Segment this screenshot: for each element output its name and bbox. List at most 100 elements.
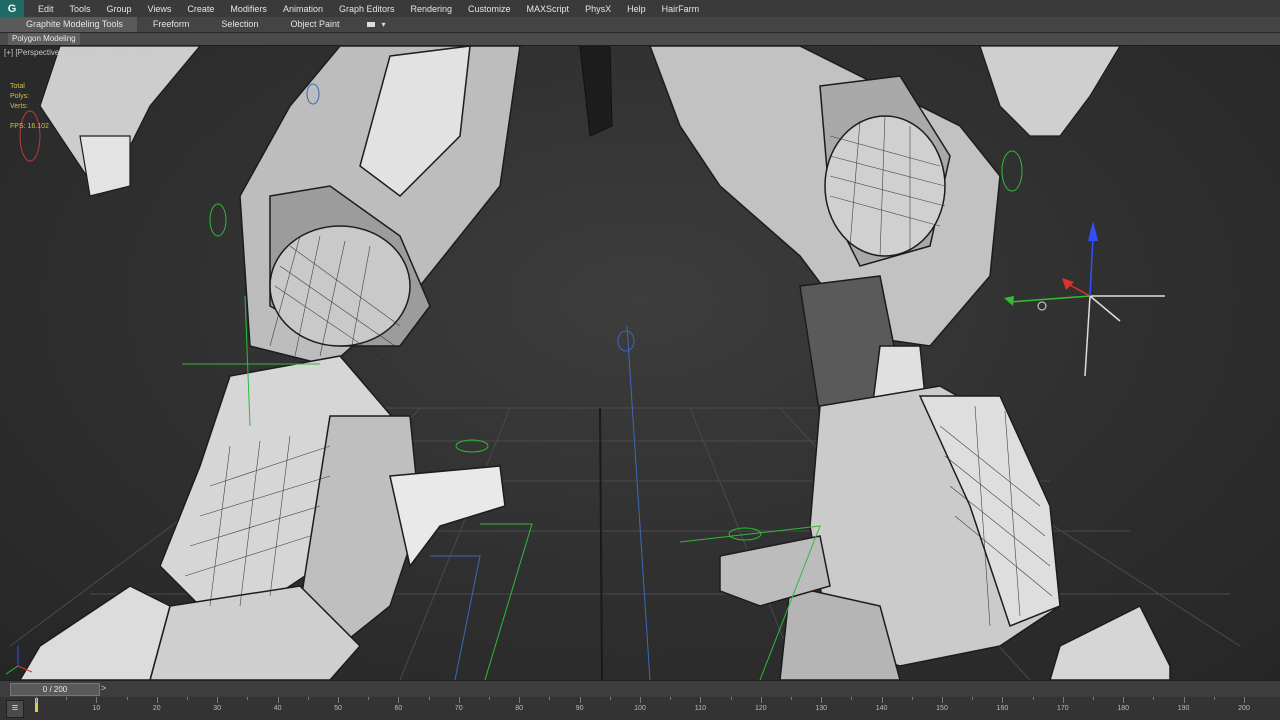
stats-title: Total [10,83,25,90]
ruler-tick-label: 70 [454,705,463,712]
ruler-tick-label: 110 [694,705,706,712]
menu-rendering[interactable]: Rendering [403,4,461,14]
ruler-tick [96,697,98,703]
ruler-tick-label: 120 [754,705,767,712]
center-pillar [579,46,613,137]
ruler-tick [911,697,913,700]
ruler-tick [942,697,943,703]
ruler-tick [217,697,219,703]
ruler-tick [36,697,37,703]
perspective-viewport[interactable]: [+] [Perspective] [Realistic + Edged Fac… [0,46,1280,680]
stats-polys: Polys: [10,93,30,100]
trackbar-toggle-icon[interactable]: ≡ [6,700,24,718]
viewport-label[interactable]: [+] [Perspective] [Realistic + Edged Fac… [4,48,155,57]
time-slider-thumb[interactable]: 0 / 200 [10,683,100,696]
ruler-tick [1032,697,1034,700]
time-slider[interactable]: 0 / 200 > [0,680,1280,698]
ruler-tick-label: 170 [1056,705,1069,712]
ruler-tick [519,697,521,703]
robot-top-left-part [39,46,201,198]
ruler-tick [1123,697,1125,703]
ribbon-panel: Polygon Modeling [0,33,1280,46]
menu-help[interactable]: Help [619,4,654,14]
menu-create[interactable]: Create [179,4,222,14]
ruler-tick-label: 90 [575,705,584,712]
ruler-tick [972,697,974,700]
ruler-tick [458,697,460,703]
tab-graphite-modeling-tools[interactable]: Graphite Modeling Tools [0,17,137,32]
ruler-tick [851,697,853,700]
ruler-tick-label: 200 [1238,705,1250,712]
ruler-tick-label: 100 [634,705,646,712]
ruler-tick [1153,697,1155,700]
ruler-tick [156,697,158,703]
transform-gizmo-icon [1004,221,1165,377]
tab-object-paint[interactable]: Object Paint [274,17,355,32]
ruler-tick [368,697,370,700]
stats-verts: Verts: [10,103,28,110]
menu-maxscript[interactable]: MAXScript [519,4,578,14]
ruler-tick [187,697,188,700]
ruler-tick [700,697,702,703]
ruler-tick [760,697,762,703]
panel-toggle-icon[interactable]: ▾ [355,17,385,32]
ruler-tick-label: 190 [1177,705,1190,712]
ruler-tick-label: 180 [1117,705,1130,712]
menu-physx[interactable]: PhysX [577,4,619,14]
ruler-tick-label: 140 [875,705,888,712]
robot-top-right-part [979,46,1121,137]
frame-ruler[interactable]: 10 20 30 40 50 60 70 80 90 100 110 120 130 140 150 160 1… [30,697,1250,720]
ruler-tick [1002,697,1004,703]
ruler-tick [579,697,581,703]
tab-selection[interactable]: Selection [205,17,274,32]
ruler-tick [398,697,400,703]
menu-animation[interactable]: Animation [275,4,331,14]
menu-views[interactable]: Views [140,4,180,14]
menu-modifiers[interactable]: Modifiers [222,4,275,14]
ruler-tick-label: 150 [936,705,948,712]
ruler-tick [277,697,279,703]
menu-customize[interactable]: Customize [460,4,519,14]
ruler-tick-label: 50 [334,705,342,712]
ribbon-tab-bar: Graphite Modeling Tools Freeform Selecti… [0,17,1280,33]
scene-canvas[interactable] [0,46,1280,680]
menu-graph-editors[interactable]: Graph Editors [331,4,403,14]
menu-group[interactable]: Group [99,4,140,14]
ruler-tick [791,697,792,700]
ruler-tick [821,697,823,703]
ruler-tick [126,697,128,700]
ruler-tick [609,697,611,700]
app-logo-icon[interactable]: G [0,0,24,17]
ruler-tick-label: 160 [996,705,1009,712]
ruler-tick [66,697,68,700]
ruler-tick-label: 40 [273,705,282,712]
ruler-tick [549,697,551,700]
ruler-tick [881,697,883,703]
ruler-tick-label: 30 [213,705,222,712]
menu-bar: G Edit Tools Group Views Create Modifier… [0,0,1280,18]
track-bar[interactable]: ≡ 10 20 30 40 50 60 70 80 90 100 110 120 130 140 150 16… [0,697,1280,720]
axis-tripod-icon [5,646,33,675]
ruler-tick [1183,697,1185,703]
ruler-tick [1244,697,1245,703]
menu-tools[interactable]: Tools [62,4,99,14]
ruler-tick-label: 80 [515,705,524,712]
panel-polygon-modeling[interactable]: Polygon Modeling [8,33,80,45]
ruler-tick [1062,697,1064,703]
ruler-tick [670,697,672,700]
ruler-tick [338,697,339,703]
ruler-tick [730,697,732,700]
menu-edit[interactable]: Edit [30,4,62,14]
ruler-tick [1093,697,1094,700]
ruler-tick [640,697,641,703]
panel-toggle-box-icon [367,22,376,27]
menu-hairfarm[interactable]: HairFarm [654,4,708,14]
next-frame-icon[interactable]: > [101,683,106,693]
ruler-tick [307,697,309,700]
tab-freeform[interactable]: Freeform [137,17,206,32]
stats-fps-label: FPS: [10,123,26,130]
viewport-statistics: Total Polys: Verts: FPS: 16.102 [10,82,49,132]
chevron-down-icon: ▾ [381,20,386,29]
ruler-tick-label: 10 [92,705,101,712]
ruler-tick [1213,697,1215,700]
